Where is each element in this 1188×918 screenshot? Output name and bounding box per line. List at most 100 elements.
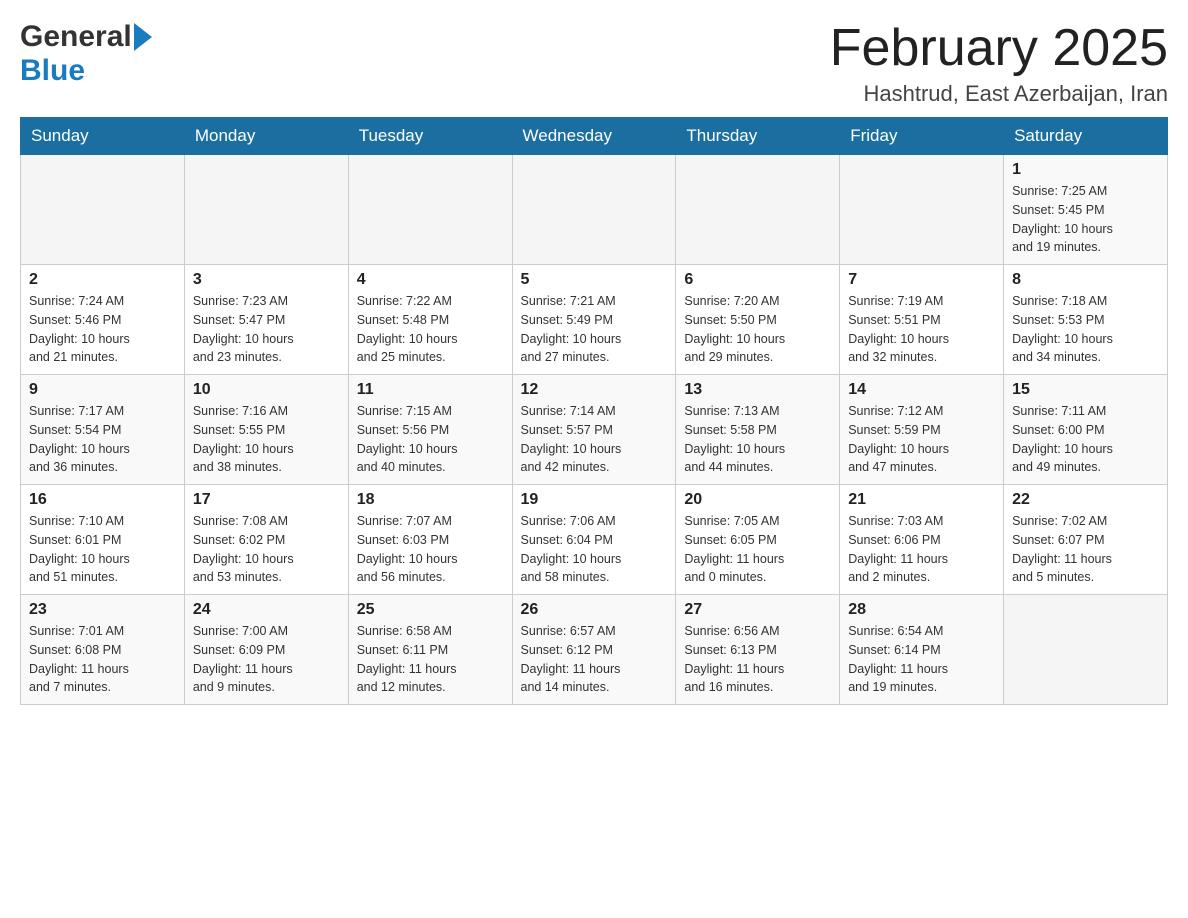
- calendar-cell: 27 Sunrise: 6:56 AM Sunset: 6:13 PM Dayli…: [676, 595, 840, 705]
- day-info: Sunrise: 7:21 AM Sunset: 5:49 PM Dayligh…: [521, 292, 668, 367]
- day-number: 14: [848, 381, 995, 399]
- weekday-header-saturday: Saturday: [1004, 118, 1168, 155]
- calendar-cell: 8 Sunrise: 7:18 AM Sunset: 5:53 PM Daylig…: [1004, 265, 1168, 375]
- calendar-week-row: 2 Sunrise: 7:24 AM Sunset: 5:46 PM Daylig…: [21, 265, 1168, 375]
- day-info: Sunrise: 6:56 AM Sunset: 6:13 PM Dayligh…: [684, 622, 831, 697]
- day-info: Sunrise: 7:15 AM Sunset: 5:56 PM Dayligh…: [357, 402, 504, 477]
- calendar-cell: 16 Sunrise: 7:10 AM Sunset: 6:01 PM Dayli…: [21, 485, 185, 595]
- calendar-cell: 22 Sunrise: 7:02 AM Sunset: 6:07 PM Dayli…: [1004, 485, 1168, 595]
- calendar-cell: 25 Sunrise: 6:58 AM Sunset: 6:11 PM Dayli…: [348, 595, 512, 705]
- day-info: Sunrise: 7:23 AM Sunset: 5:47 PM Dayligh…: [193, 292, 340, 367]
- weekday-header-wednesday: Wednesday: [512, 118, 676, 155]
- title-block: February 2025 Hashtrud, East Azerbaijan,…: [830, 20, 1168, 107]
- month-title: February 2025: [830, 20, 1168, 77]
- day-info: Sunrise: 7:18 AM Sunset: 5:53 PM Dayligh…: [1012, 292, 1159, 367]
- day-info: Sunrise: 7:10 AM Sunset: 6:01 PM Dayligh…: [29, 512, 176, 587]
- weekday-header-row: SundayMondayTuesdayWednesdayThursdayFrid…: [21, 118, 1168, 155]
- day-info: Sunrise: 7:22 AM Sunset: 5:48 PM Dayligh…: [357, 292, 504, 367]
- calendar-cell: 7 Sunrise: 7:19 AM Sunset: 5:51 PM Daylig…: [840, 265, 1004, 375]
- day-number: 2: [29, 271, 176, 289]
- day-number: 11: [357, 381, 504, 399]
- day-info: Sunrise: 6:57 AM Sunset: 6:12 PM Dayligh…: [521, 622, 668, 697]
- calendar-cell: 14 Sunrise: 7:12 AM Sunset: 5:59 PM Dayli…: [840, 375, 1004, 485]
- calendar-cell: [512, 155, 676, 265]
- calendar-cell: [21, 155, 185, 265]
- day-info: Sunrise: 7:24 AM Sunset: 5:46 PM Dayligh…: [29, 292, 176, 367]
- calendar-cell: 26 Sunrise: 6:57 AM Sunset: 6:12 PM Dayli…: [512, 595, 676, 705]
- day-info: Sunrise: 7:03 AM Sunset: 6:06 PM Dayligh…: [848, 512, 995, 587]
- logo-general-text: General: [20, 20, 132, 54]
- day-info: Sunrise: 7:20 AM Sunset: 5:50 PM Dayligh…: [684, 292, 831, 367]
- calendar-cell: [676, 155, 840, 265]
- calendar-cell: 24 Sunrise: 7:00 AM Sunset: 6:09 PM Dayli…: [184, 595, 348, 705]
- calendar-cell: 17 Sunrise: 7:08 AM Sunset: 6:02 PM Dayli…: [184, 485, 348, 595]
- calendar-cell: 23Sunrise: 7:01 AM Sunset: 6:08 PM Dayli…: [21, 595, 185, 705]
- day-info: Sunrise: 7:05 AM Sunset: 6:05 PM Dayligh…: [684, 512, 831, 587]
- calendar-cell: 15 Sunrise: 7:11 AM Sunset: 6:00 PM Dayli…: [1004, 375, 1168, 485]
- day-info: Sunrise: 7:07 AM Sunset: 6:03 PM Dayligh…: [357, 512, 504, 587]
- calendar-cell: [348, 155, 512, 265]
- day-number: 3: [193, 271, 340, 289]
- day-info: Sunrise: 7:12 AM Sunset: 5:59 PM Dayligh…: [848, 402, 995, 477]
- logo-arrow-icon: [134, 23, 152, 51]
- day-number: 7: [848, 271, 995, 289]
- day-info: Sunrise: 7:17 AM Sunset: 5:54 PM Dayligh…: [29, 402, 176, 477]
- calendar-cell: 13Sunrise: 7:13 AM Sunset: 5:58 PM Dayli…: [676, 375, 840, 485]
- day-info: Sunrise: 6:54 AM Sunset: 6:14 PM Dayligh…: [848, 622, 995, 697]
- day-info: Sunrise: 7:06 AM Sunset: 6:04 PM Dayligh…: [521, 512, 668, 587]
- day-number: 6: [684, 271, 831, 289]
- day-number: 19: [521, 491, 668, 509]
- calendar-week-row: 9 Sunrise: 7:17 AM Sunset: 5:54 PM Daylig…: [21, 375, 1168, 485]
- weekday-header-monday: Monday: [184, 118, 348, 155]
- day-number: 21: [848, 491, 995, 509]
- day-number: 27: [684, 601, 831, 619]
- day-info: Sunrise: 7:00 AM Sunset: 6:09 PM Dayligh…: [193, 622, 340, 697]
- calendar-cell: 12 Sunrise: 7:14 AM Sunset: 5:57 PM Dayli…: [512, 375, 676, 485]
- calendar-week-row: 1 Sunrise: 7:25 AM Sunset: 5:45 PM Daylig…: [21, 155, 1168, 265]
- day-info: Sunrise: 7:25 AM Sunset: 5:45 PM Dayligh…: [1012, 182, 1159, 257]
- day-number: 5: [521, 271, 668, 289]
- day-info: Sunrise: 7:02 AM Sunset: 6:07 PM Dayligh…: [1012, 512, 1159, 587]
- calendar-cell: 20Sunrise: 7:05 AM Sunset: 6:05 PM Dayli…: [676, 485, 840, 595]
- day-number: 1: [1012, 161, 1159, 179]
- location-text: Hashtrud, East Azerbaijan, Iran: [830, 81, 1168, 107]
- weekday-header-friday: Friday: [840, 118, 1004, 155]
- calendar-week-row: 16 Sunrise: 7:10 AM Sunset: 6:01 PM Dayli…: [21, 485, 1168, 595]
- day-number: 8: [1012, 271, 1159, 289]
- day-info: Sunrise: 7:11 AM Sunset: 6:00 PM Dayligh…: [1012, 402, 1159, 477]
- calendar-cell: 9 Sunrise: 7:17 AM Sunset: 5:54 PM Daylig…: [21, 375, 185, 485]
- day-info: Sunrise: 7:08 AM Sunset: 6:02 PM Dayligh…: [193, 512, 340, 587]
- day-number: 10: [193, 381, 340, 399]
- calendar-cell: 3 Sunrise: 7:23 AM Sunset: 5:47 PM Daylig…: [184, 265, 348, 375]
- page-header: General Blue February 2025 Hashtrud, Eas…: [20, 20, 1168, 107]
- calendar-cell: 1 Sunrise: 7:25 AM Sunset: 5:45 PM Daylig…: [1004, 155, 1168, 265]
- calendar-cell: [184, 155, 348, 265]
- calendar-cell: 19 Sunrise: 7:06 AM Sunset: 6:04 PM Dayli…: [512, 485, 676, 595]
- calendar-cell: 28 Sunrise: 6:54 AM Sunset: 6:14 PM Dayli…: [840, 595, 1004, 705]
- calendar-cell: 4Sunrise: 7:22 AM Sunset: 5:48 PM Daylig…: [348, 265, 512, 375]
- calendar-cell: [840, 155, 1004, 265]
- day-number: 24: [193, 601, 340, 619]
- weekday-header-tuesday: Tuesday: [348, 118, 512, 155]
- day-info: Sunrise: 7:16 AM Sunset: 5:55 PM Dayligh…: [193, 402, 340, 477]
- day-number: 9: [29, 381, 176, 399]
- day-number: 25: [357, 601, 504, 619]
- day-number: 13: [684, 381, 831, 399]
- day-info: Sunrise: 6:58 AM Sunset: 6:11 PM Dayligh…: [357, 622, 504, 697]
- calendar-cell: 21 Sunrise: 7:03 AM Sunset: 6:06 PM Dayli…: [840, 485, 1004, 595]
- day-number: 16: [29, 491, 176, 509]
- calendar-cell: 5 Sunrise: 7:21 AM Sunset: 5:49 PM Daylig…: [512, 265, 676, 375]
- day-number: 28: [848, 601, 995, 619]
- day-info: Sunrise: 7:14 AM Sunset: 5:57 PM Dayligh…: [521, 402, 668, 477]
- day-info: Sunrise: 7:01 AM Sunset: 6:08 PM Dayligh…: [29, 622, 176, 697]
- logo-blue-text: Blue: [20, 54, 85, 87]
- day-number: 15: [1012, 381, 1159, 399]
- day-number: 26: [521, 601, 668, 619]
- day-info: Sunrise: 7:19 AM Sunset: 5:51 PM Dayligh…: [848, 292, 995, 367]
- day-number: 12: [521, 381, 668, 399]
- day-number: 17: [193, 491, 340, 509]
- calendar-cell: 6 Sunrise: 7:20 AM Sunset: 5:50 PM Daylig…: [676, 265, 840, 375]
- calendar-table: SundayMondayTuesdayWednesdayThursdayFrid…: [20, 117, 1168, 705]
- logo: General Blue: [20, 20, 152, 88]
- day-number: 22: [1012, 491, 1159, 509]
